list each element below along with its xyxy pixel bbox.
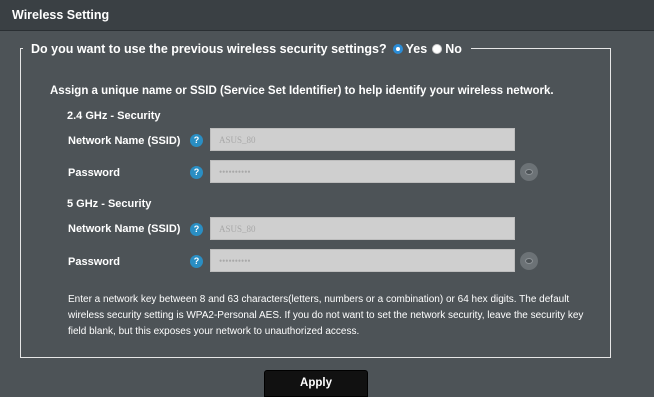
radio-yes[interactable]	[392, 43, 403, 54]
ssid-input-2g[interactable]: ASUS_80	[210, 128, 515, 151]
page-title: Wireless Setting	[12, 8, 110, 22]
show-password-icon-5g[interactable]	[520, 252, 538, 270]
help-icon-ssid-2g[interactable]: ?	[190, 134, 203, 147]
section-title-5g: 5 GHz - Security	[67, 198, 152, 210]
help-icon-password-2g[interactable]: ?	[190, 166, 203, 179]
intro-text: Assign a unique name or SSID (Service Se…	[50, 85, 554, 97]
radio-no-label[interactable]: No	[445, 42, 462, 56]
help-icon-ssid-5g[interactable]: ?	[190, 223, 203, 236]
password-input-5g[interactable]: ••••••••••	[210, 249, 515, 272]
help-icon-password-5g[interactable]: ?	[190, 255, 203, 268]
ssid-input-5g[interactable]: ASUS_80	[210, 217, 515, 240]
apply-button[interactable]: Apply	[264, 370, 368, 397]
security-note: Enter a network key between 8 and 63 cha…	[68, 294, 584, 337]
question-text: Do you want to use the previous wireless…	[31, 41, 387, 56]
radio-no-option[interactable]: No	[432, 42, 462, 56]
question-legend: Do you want to use the previous wireless…	[23, 41, 471, 56]
radio-yes-label[interactable]: Yes	[406, 42, 428, 56]
ssid-label-2g: Network Name (SSID)	[68, 135, 181, 147]
password-input-2g[interactable]: ••••••••••	[210, 160, 515, 183]
password-label-2g: Password	[68, 167, 120, 179]
password-label-5g: Password	[68, 256, 120, 268]
show-password-icon-2g[interactable]	[520, 163, 538, 181]
header-bar: Wireless Setting	[0, 0, 654, 31]
ssid-label-5g: Network Name (SSID)	[68, 223, 181, 235]
radio-yes-option[interactable]: Yes	[392, 42, 428, 56]
section-title-2g: 2.4 GHz - Security	[67, 110, 161, 122]
radio-no[interactable]	[432, 43, 443, 54]
